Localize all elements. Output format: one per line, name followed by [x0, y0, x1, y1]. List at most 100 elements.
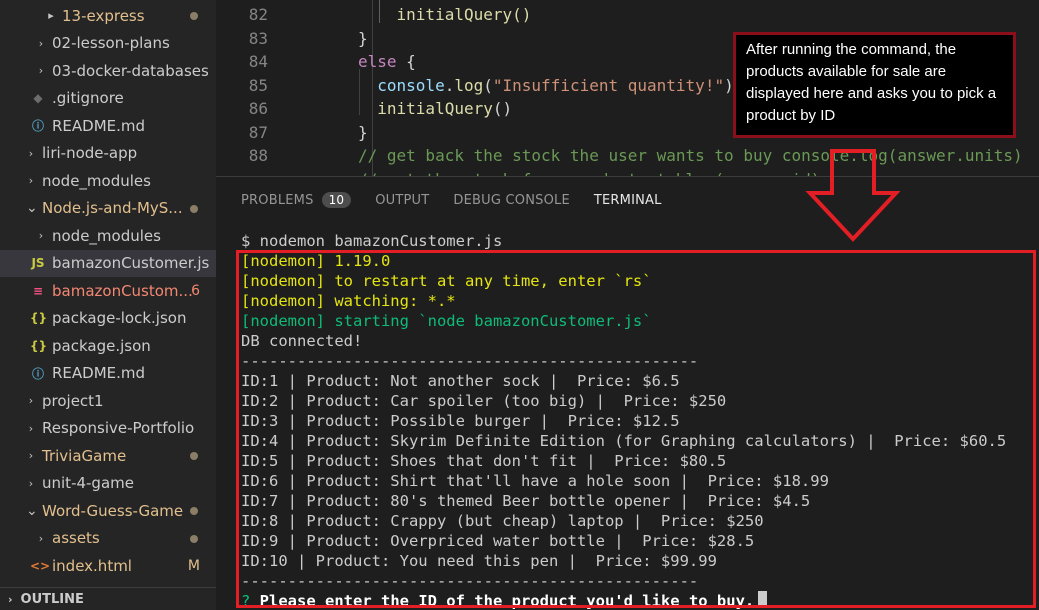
tree-item[interactable]: › liri-node-app — [0, 140, 216, 167]
tree-item-label: Word-Guess-Game — [42, 501, 184, 520]
tab-label: PROBLEMS — [241, 192, 314, 208]
tree-item-label: index.html — [52, 556, 132, 575]
tab-problems[interactable]: PROBLEMS 10 — [241, 192, 352, 208]
tree-item[interactable]: › 02-lesson-plans — [0, 30, 216, 57]
terminal-prompt[interactable]: ? Please enter the ID of the product you… — [241, 591, 768, 610]
tree-item[interactable]: ⓘ README.md — [0, 360, 216, 387]
tree-item-label: Responsive-Portfolio — [42, 419, 195, 437]
terminal-line: ----------------------------------------… — [241, 572, 699, 590]
tree-item[interactable]: › unit-4-game — [0, 470, 216, 497]
tab-terminal[interactable]: TERMINAL — [594, 193, 662, 208]
tree-item[interactable]: ≡ bamazonCustom... 6 — [0, 277, 216, 304]
tree-item[interactable]: <> index.html M — [0, 552, 216, 579]
tree-item[interactable]: › 03-docker-databases — [0, 57, 216, 84]
tree-item[interactable]: ⓘ README.md — [0, 112, 216, 139]
code-token: ( — [483, 75, 493, 95]
tree-item-label: package.json — [52, 336, 151, 355]
info-icon: ⓘ — [31, 119, 44, 133]
tree-item[interactable]: › Responsive-Portfolio — [0, 415, 216, 442]
modified-dot-icon — [190, 534, 198, 543]
line-number: 83 — [248, 28, 268, 48]
code-token: () — [492, 99, 513, 118]
tab-label: TERMINAL — [593, 192, 662, 208]
chevron-right-icon: › — [8, 592, 13, 606]
terminal-line: ID:4 | Product: Skyrim Definite Edition … — [241, 432, 1007, 450]
tree-item-label: README.md — [52, 364, 146, 382]
outline-label: OUTLINE — [20, 591, 84, 607]
line-number: 86 — [248, 99, 268, 118]
code-text: // get back the stock the user wants to … — [358, 144, 1023, 167]
tree-item-label: node_modules — [52, 226, 161, 245]
tree-item-label: project1 — [42, 391, 104, 410]
code-line[interactable]: 82 initialQuery() — [216, 3, 1039, 26]
tree-item-label: package-lock.json — [52, 309, 187, 327]
javascript-file-icon: JS — [31, 256, 45, 270]
html-file-icon: <> — [30, 558, 51, 573]
code-token: } — [358, 28, 368, 48]
tab-label: OUTPUT — [375, 192, 430, 208]
line-number: 88 — [248, 146, 268, 165]
line-number: 85 — [248, 75, 268, 95]
line-number: 84 — [248, 52, 268, 71]
tree-item[interactable]: {} package.json — [0, 332, 216, 359]
tab-debug-console[interactable]: DEBUG CONSOLE — [453, 193, 569, 208]
tree-item[interactable]: ⌄ Word-Guess-Game — [0, 497, 216, 524]
terminal-line: ID:7 | Product: 80's themed Beer bottle … — [241, 492, 811, 510]
terminal-line: ID:8 | Product: Crappy (but cheap) lapto… — [241, 512, 764, 530]
code-text: } — [358, 121, 368, 144]
terminal-line: [nodemon] to restart at any time, enter … — [241, 272, 652, 290]
down-arrow-icon — [805, 149, 901, 242]
tab-output[interactable]: OUTPUT — [375, 193, 429, 208]
tree-item[interactable]: › TriviaGame — [0, 442, 216, 469]
code-line[interactable]: // get the stock from products table (an… — [216, 168, 1039, 177]
chevron-right-icon: › — [28, 146, 34, 160]
tree-item-label: 13-express — [62, 6, 145, 25]
terminal-line: [nodemon] watching: *.* — [241, 292, 456, 310]
tree-item[interactable]: › node_modules — [0, 167, 216, 194]
chevron-right-icon: › — [38, 36, 44, 50]
database-file-icon: ≡ — [32, 283, 44, 298]
code-text: console.log("Insufficient quantity!"); — [358, 74, 743, 97]
modified-dot-icon — [190, 12, 198, 20]
tree-item[interactable]: JS bamazonCustomer.js — [0, 249, 216, 277]
git-status-badge: M — [187, 557, 200, 574]
tree-item[interactable]: ▸ 13-express — [0, 2, 216, 29]
tree-item[interactable]: › node_modules — [0, 222, 216, 249]
tree-item-label: unit-4-game — [42, 474, 134, 492]
terminal-line: [nodemon] starting `node bamazonCustomer… — [241, 312, 652, 330]
terminal-line: ID:3 | Product: Possible burger | Price:… — [241, 412, 680, 430]
terminal-line: ID:6 | Product: Shirt that'll have a hol… — [241, 472, 829, 490]
code-line[interactable]: 88 // get back the stock the user wants t… — [216, 144, 1039, 167]
line-number: 87 — [248, 122, 268, 142]
code-token: . — [444, 75, 455, 95]
terminal-line: ----------------------------------------… — [241, 352, 699, 370]
outline-section-header[interactable]: › OUTLINE — [0, 587, 216, 610]
chevron-right-icon: › — [28, 394, 34, 407]
tree-item[interactable]: {} package-lock.json — [0, 305, 216, 332]
json-file-icon: {} — [30, 311, 48, 325]
tree-item-label: README.md — [52, 116, 146, 135]
code-token: { — [396, 52, 416, 71]
panel-tabs: PROBLEMS 10 OUTPUT DEBUG CONSOLE TERMINAL — [241, 189, 686, 211]
code-token: console — [358, 75, 445, 95]
tree-item[interactable]: ◆ .gitignore — [0, 85, 216, 112]
tab-label: DEBUG CONSOLE — [453, 192, 570, 208]
tree-item-label: TriviaGame — [42, 446, 127, 465]
bottom-panel: PROBLEMS 10 OUTPUT DEBUG CONSOLE TERMINAL $ … — [216, 176, 1039, 610]
code-token: "Insufficient quantity!" — [492, 75, 725, 95]
tree-item[interactable]: › assets — [0, 525, 216, 552]
modified-dot-icon — [190, 452, 198, 460]
tree-item[interactable]: › project1 — [0, 387, 216, 414]
code-token: initialQuery — [358, 99, 493, 118]
chevron-down-icon: ⌄ — [26, 200, 38, 216]
git-status-badge: 6 — [191, 282, 200, 299]
code-text: // get the stock from products table (an… — [358, 168, 820, 177]
code-token: // get back the stock the user wants to … — [358, 146, 1023, 165]
tree-item[interactable]: ⌄ Node.js-and-MyS... — [0, 195, 216, 222]
terminal-line: ID:5 | Product: Shoes that don't fit | P… — [241, 452, 727, 470]
chevron-right-icon: › — [38, 531, 44, 545]
code-token: log — [454, 75, 484, 95]
code-text: initialQuery() — [358, 97, 512, 120]
tree-item-label: bamazonCustomer.js — [52, 254, 210, 272]
tree-item-label: assets — [52, 529, 100, 547]
